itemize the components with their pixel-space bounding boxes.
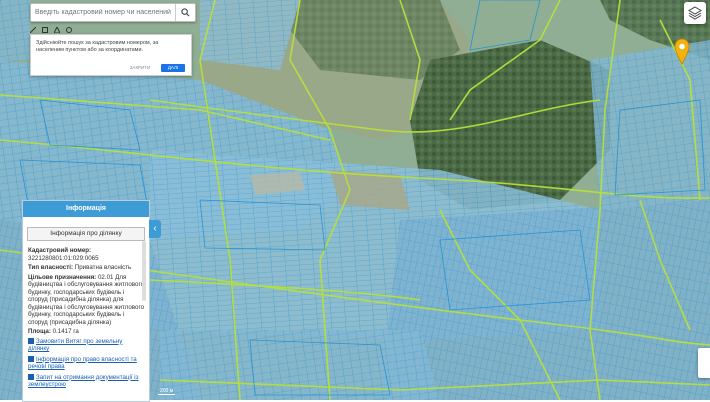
ownership-info-link-label: Інформація про право власності та речові… [28,355,137,371]
search-hint-text: Здійсніюйте пошук за кадастровим номером… [36,40,159,53]
layers-icon [688,6,702,20]
next-hint-button[interactable]: ДАЛІ [161,64,185,72]
cadastral-value: 3221280801:01:029:0065 [28,254,99,262]
layers-button[interactable] [684,2,706,24]
info-panel-header: Інформація [23,201,149,217]
purpose-value: 02.01 Для будівництва і обслуговування ж… [28,273,145,326]
polygon-tool-icon[interactable] [53,25,61,34]
panel-scrollbar[interactable] [142,241,146,301]
purpose-label: Цільове призначення: [28,273,97,281]
search-input[interactable] [31,9,175,16]
documentation-request-link[interactable]: Запит на отримання документації із земле… [28,373,144,389]
area-value: 0.1417 га [52,328,79,335]
order-extract-link-label: Замовити Витяг про земельну ділянку [28,337,123,353]
search-hint-popup: Здійсніюйте пошук за кадастровим номером… [30,34,192,76]
side-tab-button[interactable] [698,348,710,378]
map-toolbar [29,25,194,34]
search-icon [181,8,190,17]
info-icon [28,355,34,362]
ownership-info-link[interactable]: Інформація про право власності та речові… [28,355,144,371]
print-tool-icon[interactable] [66,27,72,33]
ownership-value: Приватна власність [74,264,132,271]
search-button[interactable] [174,4,195,21]
document-icon [28,373,34,380]
location-pin-icon[interactable] [674,38,690,66]
info-panel: Інформація Інформація про ділянку Кадаст… [22,200,150,402]
order-extract-link[interactable]: Замовити Витяг про земельну ділянку [28,337,144,353]
measure-tool-icon[interactable] [42,27,48,33]
parcel-info-tab[interactable]: Інформація про ділянку [27,227,145,241]
scale-bar: 200 м [158,388,176,395]
close-hint-button[interactable]: ЗАКРИТИ [126,64,154,72]
parcel-details: Кадастровий номер: 3221280801:01:029:0065… [23,245,149,389]
area-label: Площа: [28,328,51,335]
chevron-left-icon: ‹ [153,223,157,234]
draw-tool-icon[interactable] [29,26,37,34]
cadastral-label: Кадастровий номер: [28,247,92,254]
search-bar [30,3,196,22]
document-icon [28,337,34,344]
ownership-label: Тип власності: [28,264,74,271]
collapse-panel-button[interactable]: ‹ [149,220,161,238]
documentation-request-link-label: Запит на отримання документації із земле… [28,373,139,389]
